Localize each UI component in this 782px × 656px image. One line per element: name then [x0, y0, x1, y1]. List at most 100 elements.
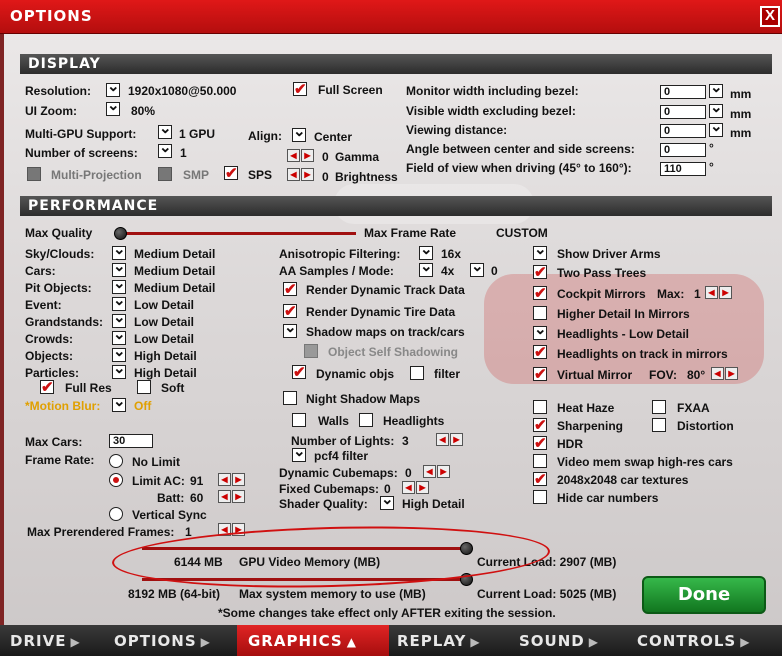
limit-ac-radio[interactable]: [109, 473, 123, 487]
headlights-low-detail-checkbox[interactable]: [533, 326, 547, 340]
monitor-width-input[interactable]: 0: [660, 85, 706, 99]
sps-checkbox[interactable]: [224, 166, 238, 180]
increment-icon[interactable]: ▶: [232, 473, 245, 486]
visible-width-dropdown[interactable]: [709, 104, 723, 118]
night-shadow-checkbox[interactable]: [283, 391, 297, 405]
fxaa-checkbox[interactable]: [652, 400, 666, 414]
monitor-width-dropdown[interactable]: [709, 84, 723, 98]
decrement-icon[interactable]: ◀: [402, 481, 415, 494]
mirrors-max-stepper[interactable]: ◀ ▶: [705, 286, 732, 299]
vsync-radio[interactable]: [109, 507, 123, 521]
self-shadow-checkbox: [304, 344, 318, 358]
aa-mode-value: 0: [491, 264, 498, 278]
virtual-mirror-checkbox[interactable]: [533, 367, 547, 381]
show-driver-arms-checkbox[interactable]: [533, 246, 547, 260]
viewing-distance-dropdown[interactable]: [709, 123, 723, 137]
resolution-dropdown[interactable]: [106, 83, 120, 97]
nav-options[interactable]: OPTIONS ▶: [114, 632, 211, 650]
aa-samples-dropdown[interactable]: [419, 263, 433, 277]
increment-icon[interactable]: ▶: [437, 465, 450, 478]
fov-input[interactable]: 110: [660, 162, 706, 176]
increment-icon[interactable]: ▶: [725, 367, 738, 380]
heat-haze-checkbox[interactable]: [533, 400, 547, 414]
viewing-distance-input[interactable]: 0: [660, 124, 706, 138]
quality-slider[interactable]: [114, 227, 356, 240]
walls-checkbox[interactable]: [292, 413, 306, 427]
sharpening-checkbox[interactable]: [533, 418, 547, 432]
nav-drive[interactable]: DRIVE ▶: [10, 632, 81, 650]
nav-controls[interactable]: CONTROLS ▶: [637, 632, 750, 650]
increment-icon[interactable]: ▶: [719, 286, 732, 299]
aa-mode-dropdown[interactable]: [470, 263, 484, 277]
car-textures-checkbox[interactable]: [533, 472, 547, 486]
dyn-cubemaps-value: 0: [405, 466, 412, 480]
gamma-stepper[interactable]: ◀ ▶: [287, 149, 314, 162]
increment-icon[interactable]: ▶: [301, 149, 314, 162]
shadow-maps-dropdown[interactable]: [283, 324, 297, 338]
system-memory-value: 8192 MB (64-bit): [128, 587, 221, 601]
align-dropdown[interactable]: [292, 128, 306, 142]
no-limit-radio[interactable]: [109, 454, 123, 468]
nav-replay[interactable]: REPLAY ▶: [397, 632, 481, 650]
multigpu-dropdown[interactable]: [158, 125, 172, 139]
headlights-checkbox[interactable]: [359, 413, 373, 427]
hide-numbers-label: Hide car numbers: [557, 491, 659, 505]
soft-checkbox[interactable]: [137, 380, 151, 394]
decrement-icon[interactable]: ◀: [218, 490, 231, 503]
filter-checkbox[interactable]: [410, 366, 424, 380]
dyn-cubemaps-stepper[interactable]: ◀ ▶: [423, 465, 450, 478]
shader-dropdown[interactable]: [380, 496, 394, 510]
visible-width-input[interactable]: 0: [660, 105, 706, 119]
decrement-icon[interactable]: ◀: [423, 465, 436, 478]
fixed-cubemaps-stepper[interactable]: ◀ ▶: [402, 481, 429, 494]
render-tire-checkbox[interactable]: [283, 304, 297, 318]
unit-mm: mm: [730, 126, 752, 140]
decrement-icon[interactable]: ◀: [218, 473, 231, 486]
decrement-icon[interactable]: ◀: [705, 286, 718, 299]
soft-label: Soft: [161, 381, 185, 395]
hdr-checkbox[interactable]: [533, 436, 547, 450]
close-button[interactable]: X: [760, 6, 780, 27]
quality-slider-knob[interactable]: [114, 227, 127, 240]
decrement-icon[interactable]: ◀: [711, 367, 724, 380]
decrement-icon[interactable]: ◀: [287, 149, 300, 162]
screens-dropdown[interactable]: [158, 144, 172, 158]
increment-icon[interactable]: ▶: [232, 490, 245, 503]
limit-ac-label: Limit AC:: [132, 474, 185, 488]
increment-icon[interactable]: ▶: [301, 168, 314, 181]
brightness-stepper[interactable]: ◀ ▶: [287, 168, 314, 181]
fov-label: Field of view when driving (45° to 160°)…: [406, 161, 632, 175]
distortion-checkbox[interactable]: [652, 418, 666, 432]
nav-graphics[interactable]: GRAPHICS ▲: [248, 632, 357, 650]
nav-sound[interactable]: SOUND ▶: [519, 632, 599, 650]
no-limit-label: No Limit: [132, 455, 180, 469]
max-cars-input[interactable]: 30: [109, 434, 153, 448]
render-track-checkbox[interactable]: [283, 282, 297, 296]
cockpit-mirrors-checkbox[interactable]: [533, 286, 547, 300]
pcf4-dropdown[interactable]: [292, 448, 306, 462]
num-lights-stepper[interactable]: ◀ ▶: [436, 433, 463, 446]
full-res-checkbox[interactable]: [40, 380, 54, 394]
decrement-icon[interactable]: ◀: [287, 168, 300, 181]
dynamic-objs-checkbox[interactable]: [292, 365, 306, 379]
ui-zoom-dropdown[interactable]: [106, 102, 120, 116]
motion-blur-label: *Motion Blur:: [25, 399, 101, 413]
increment-icon[interactable]: ▶: [416, 481, 429, 494]
video-swap-checkbox[interactable]: [533, 454, 547, 468]
decrement-icon[interactable]: ◀: [436, 433, 449, 446]
two-pass-trees-checkbox[interactable]: [533, 265, 547, 279]
fov-mirror-stepper[interactable]: ◀ ▶: [711, 367, 738, 380]
batt-stepper[interactable]: ◀ ▶: [218, 490, 245, 503]
motion-blur-dropdown[interactable]: [112, 398, 126, 412]
limit-ac-stepper[interactable]: ◀ ▶: [218, 473, 245, 486]
detail-value: Low Detail: [134, 298, 195, 312]
angle-input[interactable]: 0: [660, 143, 706, 157]
arrow-right-icon: ▶: [70, 635, 81, 649]
increment-icon[interactable]: ▶: [450, 433, 463, 446]
detail-dropdown[interactable]: [112, 365, 126, 379]
hide-numbers-checkbox[interactable]: [533, 490, 547, 504]
headlights-mirrors-checkbox[interactable]: [533, 345, 547, 359]
done-button[interactable]: Done: [642, 576, 766, 614]
full-screen-checkbox[interactable]: [293, 82, 307, 96]
higher-detail-mirrors-checkbox[interactable]: [533, 306, 547, 320]
